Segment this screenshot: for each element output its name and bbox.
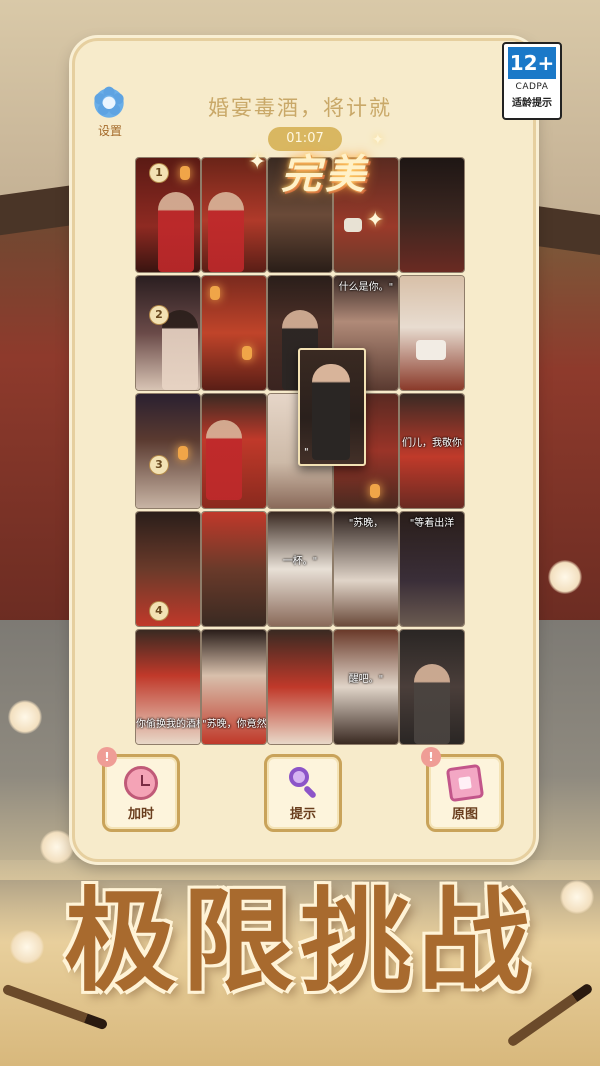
puzzle-tile[interactable]: 醒吧。" bbox=[334, 630, 398, 744]
puzzle-tile[interactable] bbox=[268, 630, 332, 744]
tile-caption: "苏晚， bbox=[348, 518, 384, 529]
row-marker: 2 bbox=[150, 306, 168, 324]
palace-building-left bbox=[0, 210, 75, 630]
puzzle-tile[interactable]: 你偷换我的酒杯 bbox=[136, 630, 200, 744]
puzzle-tile[interactable] bbox=[136, 394, 200, 508]
tile-caption: 你偷换我的酒杯 bbox=[136, 719, 200, 730]
tile-caption: 什么是你。" bbox=[338, 282, 394, 293]
hint-label: 提示 bbox=[289, 807, 316, 822]
picture-icon bbox=[445, 763, 485, 803]
sparkle-icon: ✦ bbox=[248, 150, 267, 175]
add-time-label: 加时 bbox=[127, 807, 154, 822]
row-marker: 4 bbox=[150, 602, 168, 620]
tile-caption: 一杯。" bbox=[282, 556, 318, 567]
magnifier-icon bbox=[286, 766, 320, 800]
puzzle-tile[interactable] bbox=[202, 512, 266, 626]
age-rating-badge: 12+ CADPA 适龄提示 bbox=[502, 42, 562, 120]
blossom-decoration bbox=[40, 830, 74, 864]
puzzle-tile[interactable]: "苏晚， bbox=[334, 512, 398, 626]
puzzle-tile[interactable] bbox=[400, 158, 464, 272]
tile-caption: "苏晚，你竟然 bbox=[202, 719, 266, 730]
gear-icon bbox=[92, 80, 126, 124]
blossom-decoration bbox=[548, 560, 582, 594]
notice-badge: ! bbox=[97, 747, 117, 767]
tile-caption: 们儿，我敬你 bbox=[402, 438, 462, 449]
notice-badge: ! bbox=[421, 747, 441, 767]
hint-button[interactable]: 提示 bbox=[264, 754, 342, 832]
puzzle-tile[interactable] bbox=[202, 276, 266, 390]
original-image-button[interactable]: ! 原图 bbox=[421, 747, 504, 832]
add-time-button[interactable]: ! 加时 bbox=[97, 747, 180, 832]
original-image-label: 原图 bbox=[451, 807, 478, 822]
settings-button[interactable]: 设置 bbox=[92, 80, 128, 139]
puzzle-tile[interactable] bbox=[400, 630, 464, 744]
promo-slogan: 极限挑战 bbox=[64, 877, 536, 1007]
puzzle-tile[interactable] bbox=[136, 512, 200, 626]
level-title: 婚宴毒酒，将计就 bbox=[208, 96, 392, 120]
alarm-clock-icon bbox=[124, 766, 158, 800]
puzzle-tile[interactable]: 们儿，我敬你 bbox=[400, 394, 464, 508]
sparkle-icon: ✦ bbox=[372, 132, 384, 148]
age-rating-org: CADPA bbox=[515, 82, 549, 92]
tile-caption: 醒吧。" bbox=[348, 674, 384, 685]
puzzle-tile[interactable] bbox=[136, 276, 200, 390]
puzzle-tile[interactable] bbox=[400, 276, 464, 390]
dragging-tile[interactable]: " bbox=[298, 348, 366, 466]
blossom-decoration bbox=[8, 700, 42, 734]
row-marker: 1 bbox=[150, 164, 168, 182]
tile-caption: " bbox=[304, 447, 309, 458]
age-rating-tip: 适龄提示 bbox=[512, 98, 552, 109]
puzzle-tile[interactable]: "等着出洋 bbox=[400, 512, 464, 626]
tile-caption: "等着出洋 bbox=[409, 518, 455, 529]
puzzle-tile[interactable]: 一杯。" bbox=[268, 512, 332, 626]
sparkle-icon: ✦ bbox=[366, 208, 385, 233]
puzzle-tile[interactable] bbox=[136, 158, 200, 272]
puzzle-tile[interactable] bbox=[202, 394, 266, 508]
puzzle-tile[interactable]: "苏晚，你竟然 bbox=[202, 630, 266, 744]
age-rating-number: 12+ bbox=[508, 47, 556, 79]
row-marker: 3 bbox=[150, 456, 168, 474]
